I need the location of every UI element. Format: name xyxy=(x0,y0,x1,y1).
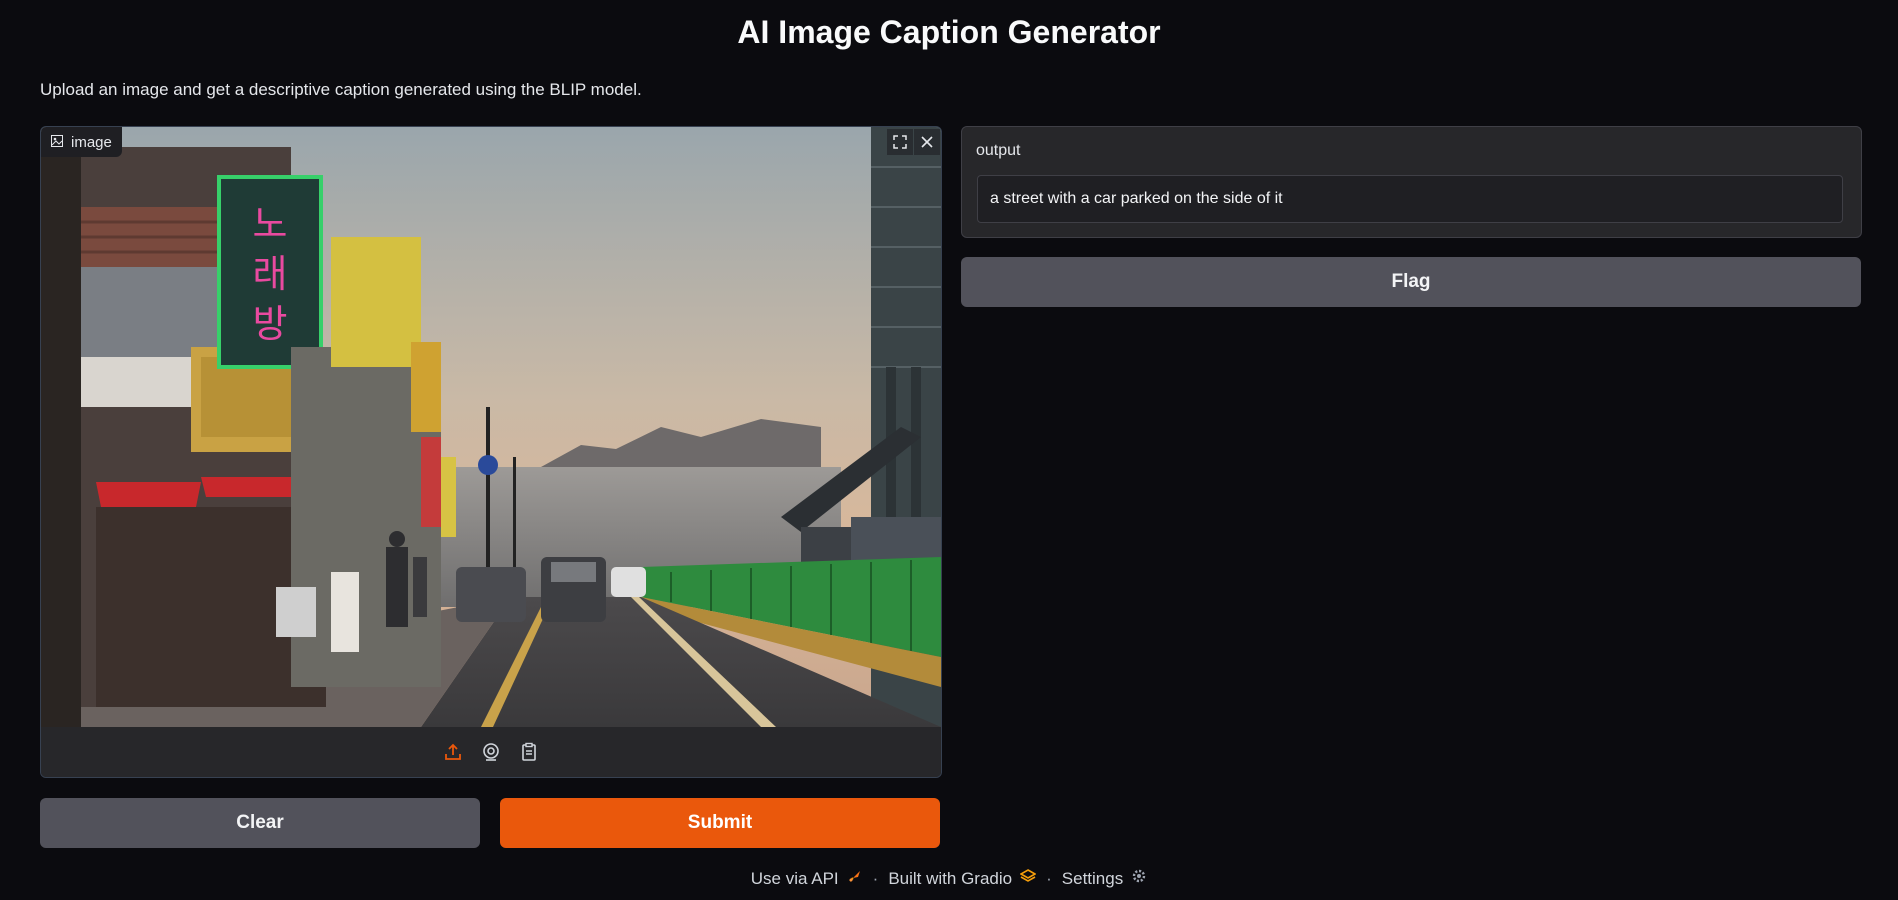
image-label-text: image xyxy=(71,133,112,151)
settings-label: Settings xyxy=(1061,868,1124,888)
svg-text:노: 노 xyxy=(253,202,288,246)
clear-button[interactable]: Clear xyxy=(40,798,480,848)
use-via-api-link[interactable]: Use via API xyxy=(751,868,863,889)
clipboard-icon[interactable] xyxy=(518,741,540,763)
fullscreen-icon[interactable] xyxy=(887,129,913,155)
built-with-gradio-label: Built with Gradio xyxy=(888,868,1013,888)
rocket-icon xyxy=(847,868,863,889)
flag-button[interactable]: Flag xyxy=(961,257,1861,307)
image-source-bar xyxy=(41,727,941,777)
gradio-logo-icon xyxy=(1019,868,1037,889)
output-panel: output a street with a car parked on the… xyxy=(961,126,1862,238)
image-input-panel[interactable]: 노 래 방 image xyxy=(40,126,942,778)
page-title: AI Image Caption Generator xyxy=(737,14,1161,50)
uploaded-image: 노 래 방 xyxy=(41,127,941,727)
built-with-gradio-link[interactable]: Built with Gradio xyxy=(888,868,1037,889)
submit-button[interactable]: Submit xyxy=(500,798,940,848)
upload-icon[interactable] xyxy=(442,741,464,763)
gear-icon xyxy=(1131,868,1147,889)
svg-text:래: 래 xyxy=(253,252,288,296)
footer-separator: · xyxy=(1046,868,1052,888)
footer-separator: · xyxy=(872,868,879,888)
output-textbox[interactable]: a street with a car parked on the side o… xyxy=(977,175,1843,223)
image-icon xyxy=(51,134,63,151)
settings-link[interactable]: Settings xyxy=(1062,868,1147,889)
close-icon[interactable] xyxy=(914,129,940,155)
svg-text:방: 방 xyxy=(253,302,288,346)
page-description: Upload an image and get a descriptive ca… xyxy=(40,80,642,99)
footer: Use via API · Built with Gradio · Settin… xyxy=(0,868,1898,889)
output-label: output xyxy=(976,142,1021,159)
use-via-api-label: Use via API xyxy=(750,868,839,888)
webcam-icon[interactable] xyxy=(480,741,502,763)
image-input-label: image xyxy=(41,127,122,157)
app-page: AI Image Caption Generator Upload an ima… xyxy=(0,0,1898,900)
